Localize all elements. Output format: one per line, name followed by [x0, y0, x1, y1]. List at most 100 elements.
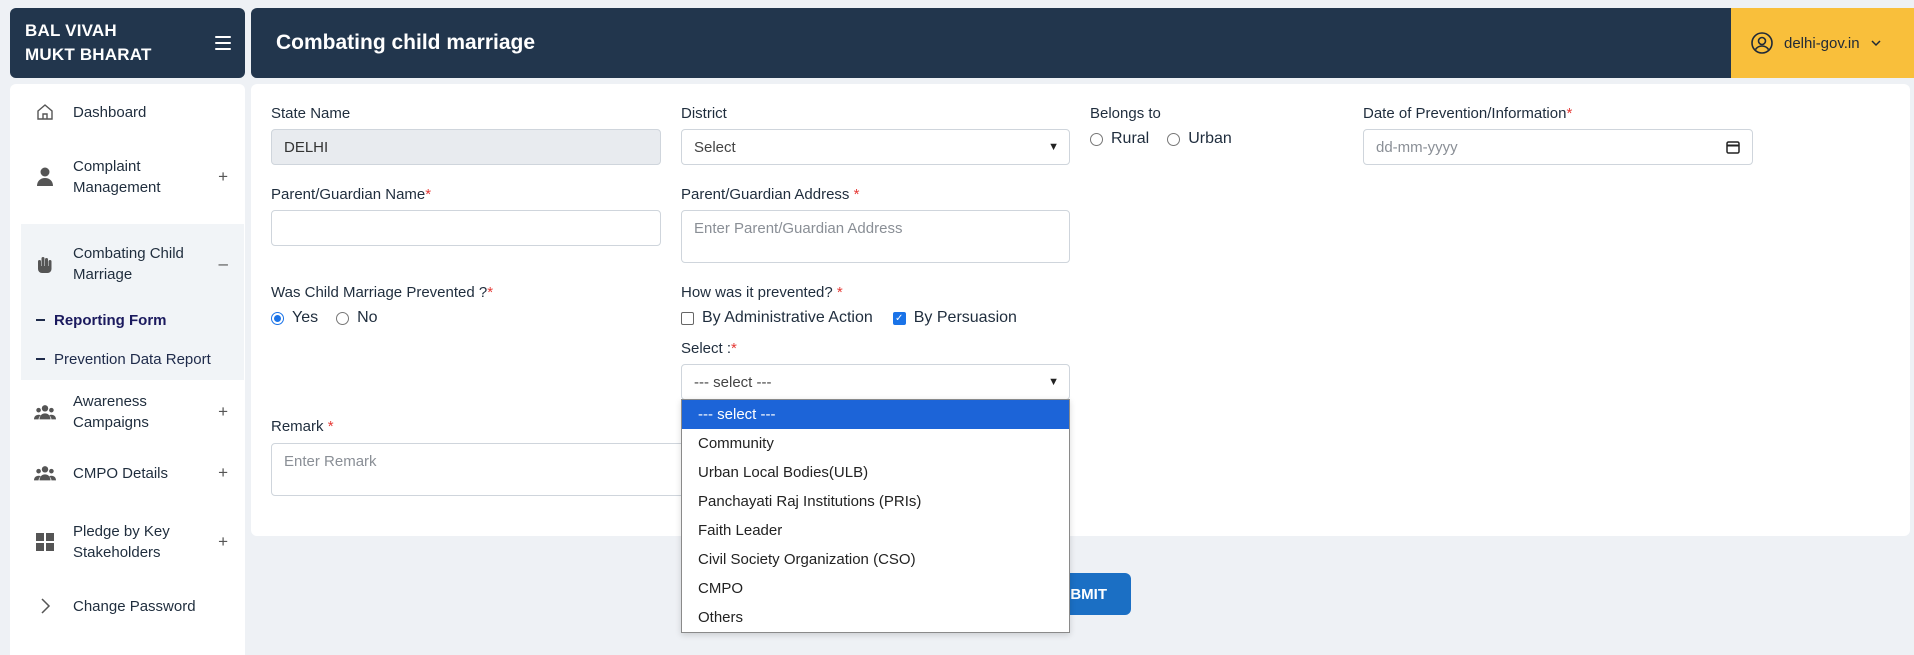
parent-address-textarea[interactable]: Enter Parent/Guardian Address [681, 210, 1070, 263]
state-name-field: DELHI [271, 129, 661, 165]
sidebar-item-combating-child-marriage[interactable]: Combating Child Marriage – [21, 224, 244, 304]
rural-label: Rural [1111, 130, 1150, 147]
chevron-down-icon: ▼ [1048, 141, 1059, 153]
brand-line-1: BAL VIVAH [25, 21, 117, 40]
checkbox-checked-icon: ✓ [892, 311, 906, 325]
expand-icon: + [218, 402, 228, 421]
prevented-no-radio[interactable]: No [336, 309, 378, 327]
parent-address-label: Parent/Guardian Address * [681, 186, 860, 203]
state-name-label: State Name [271, 105, 351, 122]
brand-logo-text: BAL VIVAH MUKT BHARAT [25, 19, 152, 67]
select-method-dropdown[interactable]: --- select --- ▼ [681, 364, 1070, 400]
dash-icon [36, 319, 45, 321]
page-title: Combating child marriage [276, 31, 536, 54]
prevented-label: Was Child Marriage Prevented ?* [271, 284, 494, 301]
remark-label: Remark * [271, 418, 334, 435]
expand-icon: + [218, 532, 228, 551]
sidebar-item-dashboard[interactable]: Dashboard [21, 96, 244, 128]
sidebar-item-complaint-management[interactable]: Complaint Management + [21, 156, 244, 198]
chevron-down-icon [1871, 40, 1881, 47]
form-card: State Name DELHI District Select ▼ Belong… [251, 84, 1910, 536]
persuasion-label: By Persuasion [913, 309, 1017, 326]
date-placeholder: dd-mm-yyyy [1376, 138, 1458, 156]
administrative-action-label: By Administrative Action [702, 309, 873, 326]
dropdown-option[interactable]: Community [682, 429, 1069, 458]
sidebar-item-change-password[interactable]: Change Password [21, 590, 244, 622]
parent-name-input[interactable] [271, 210, 661, 246]
chevron-right-icon [34, 595, 56, 617]
home-icon [34, 101, 56, 123]
sidebar-subitem-label: Reporting Form [54, 311, 167, 329]
how-prevented-checkbox-group: By Administrative Action ✓ By Persuasion [681, 309, 1017, 327]
dropdown-option[interactable]: --- select --- [682, 400, 1069, 429]
administrative-action-checkbox[interactable]: By Administrative Action [681, 309, 873, 327]
how-prevented-label: How was it prevented? * [681, 284, 843, 301]
radio-circle-icon [1090, 132, 1103, 146]
dropdown-option[interactable]: Panchayati Raj Institutions (PRIs) [682, 487, 1069, 516]
sidebar-subitem-prevention-data-report[interactable]: Prevention Data Report [36, 345, 211, 373]
radio-circle-icon [336, 311, 350, 325]
sidebar-item-label: Pledge by Key Stakeholders [73, 523, 170, 561]
parent-name-label: Parent/Guardian Name* [271, 186, 432, 203]
belongs-to-radio-group: Rural Urban [1090, 130, 1232, 148]
sidebar-item-awareness-campaigns[interactable]: Awareness Campaigns + [21, 391, 244, 433]
sidebar-item-label: Change Password [73, 597, 196, 615]
brand-line-2: MUKT BHARAT [25, 45, 152, 64]
users-icon [34, 462, 56, 484]
urban-label: Urban [1188, 130, 1232, 147]
brand-block: BAL VIVAH MUKT BHARAT [10, 8, 245, 78]
user-name: delhi-gov.in [1784, 34, 1860, 52]
calendar-icon[interactable] [1726, 140, 1740, 154]
user-menu[interactable]: delhi-gov.in [1731, 8, 1914, 78]
dropdown-option[interactable]: CMPO [682, 574, 1069, 603]
sidebar-item-label: CMPO Details [73, 464, 169, 482]
select-method-options[interactable]: --- select --- Community Urban Local Bod… [681, 399, 1070, 633]
dropdown-option[interactable]: Others [682, 603, 1069, 632]
radio-circle-icon [1167, 132, 1181, 146]
prevented-radio-group: Yes No [271, 309, 378, 327]
parent-address-placeholder: Enter Parent/Guardian Address [694, 220, 903, 237]
district-label: District [681, 105, 727, 122]
grid-icon [34, 531, 56, 553]
date-input[interactable]: dd-mm-yyyy [1363, 129, 1753, 165]
sidebar: Dashboard Complaint Management + Combati… [10, 84, 245, 655]
dash-icon [36, 358, 45, 360]
district-value: Select [694, 138, 736, 156]
district-select[interactable]: Select ▼ [681, 129, 1070, 165]
sidebar-item-label: Awareness Campaigns [73, 393, 149, 431]
hand-icon [34, 253, 56, 275]
no-label: No [357, 309, 378, 326]
expand-icon: + [218, 167, 228, 186]
expand-icon: + [218, 463, 228, 482]
prevented-yes-radio[interactable]: Yes [271, 309, 318, 327]
sidebar-item-label: Complaint Management [73, 158, 161, 196]
checkbox-icon [681, 311, 694, 325]
state-name-value: DELHI [284, 138, 329, 156]
belongs-to-label: Belongs to [1090, 105, 1161, 122]
persuasion-checkbox[interactable]: ✓ By Persuasion [892, 309, 1017, 327]
yes-label: Yes [292, 309, 319, 326]
chevron-down-icon: ▼ [1048, 376, 1059, 388]
sidebar-item-label: Combating Child Marriage [73, 245, 184, 283]
urban-radio[interactable]: Urban [1167, 130, 1232, 148]
users-icon [34, 401, 56, 423]
select-method-value: --- select --- [694, 373, 772, 391]
remark-placeholder: Enter Remark [284, 453, 377, 470]
select-label: Select :* [681, 340, 737, 357]
collapse-icon: – [218, 254, 228, 273]
dropdown-option[interactable]: Urban Local Bodies(ULB) [682, 458, 1069, 487]
sidebar-subitem-label: Prevention Data Report [54, 350, 211, 368]
sidebar-item-pledge-by-key-stakeholders[interactable]: Pledge by Key Stakeholders + [21, 521, 244, 563]
remark-textarea[interactable]: Enter Remark [271, 443, 691, 496]
top-header: Combating child marriage delhi-gov.in [251, 8, 1914, 78]
sidebar-item-label: Dashboard [73, 103, 147, 121]
dropdown-option[interactable]: Civil Society Organization (CSO) [682, 545, 1069, 574]
sidebar-item-cmpo-details[interactable]: CMPO Details + [21, 456, 244, 490]
date-label: Date of Prevention/Information* [1363, 105, 1573, 122]
sidebar-subitem-reporting-form[interactable]: Reporting Form [36, 306, 167, 334]
dropdown-option[interactable]: Faith Leader [682, 516, 1069, 545]
rural-radio[interactable]: Rural [1090, 130, 1149, 148]
menu-toggle-icon[interactable] [215, 36, 231, 50]
radio-checked-icon [271, 311, 284, 325]
user-circle-icon [1751, 32, 1773, 54]
